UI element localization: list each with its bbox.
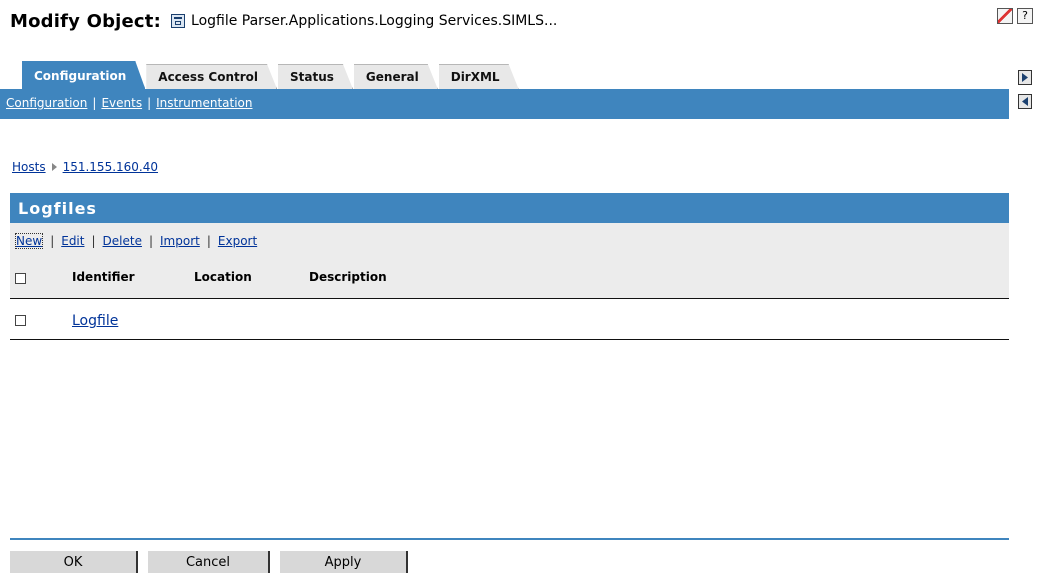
subnav-separator: |	[92, 96, 97, 110]
page-title: Modify Object:	[10, 10, 162, 32]
ok-button[interactable]: OK	[10, 551, 138, 573]
tab-access-control[interactable]: Access Control	[146, 64, 277, 89]
subnav-events[interactable]: Events	[101, 96, 142, 110]
table-bottom-divider	[10, 339, 1009, 340]
apply-button[interactable]: Apply	[280, 551, 408, 573]
tab-general[interactable]: General	[354, 64, 438, 89]
task-icon[interactable]	[997, 8, 1013, 24]
new-button[interactable]: New	[15, 233, 44, 249]
action-links: New | Edit | Delete | Import | Export	[15, 233, 257, 249]
tab-status[interactable]: Status	[278, 64, 353, 89]
breadcrumb-arrow-icon	[51, 163, 57, 171]
panel-title: Logfiles	[10, 193, 1009, 223]
page-header: Modify Object: Logfile Parser.Applicatio…	[10, 6, 557, 36]
tab-configuration[interactable]: Configuration	[22, 61, 145, 89]
edit-button[interactable]: Edit	[61, 234, 84, 248]
row-checkbox[interactable]	[15, 315, 26, 326]
import-button[interactable]: Import	[160, 234, 200, 248]
subnav: Configuration | Events | Instrumentation	[6, 96, 253, 110]
action-separator: |	[50, 234, 55, 248]
top-right-icons: ?	[997, 8, 1033, 24]
breadcrumb-host-address[interactable]: 151.155.160.40	[63, 160, 158, 174]
column-description[interactable]: Description	[309, 270, 387, 284]
select-all-checkbox[interactable]	[15, 273, 26, 284]
row-identifier-link[interactable]: Logfile	[72, 313, 118, 329]
action-separator: |	[206, 234, 211, 248]
help-icon[interactable]: ?	[1017, 8, 1033, 24]
table-row: Logfile	[15, 310, 1005, 332]
action-separator: |	[91, 234, 96, 248]
footer-buttons: OK Cancel Apply	[10, 551, 418, 573]
footer-divider	[10, 538, 1009, 540]
object-name: Logfile Parser.Applications.Logging Serv…	[191, 13, 558, 29]
breadcrumb-hosts[interactable]: Hosts	[12, 160, 46, 174]
action-separator: |	[148, 234, 154, 248]
cancel-button[interactable]: Cancel	[148, 551, 270, 573]
subnav-instrumentation[interactable]: Instrumentation	[156, 96, 252, 110]
tab-bar: Configuration Access Control Status Gene…	[22, 62, 520, 89]
tab-dirxml[interactable]: DirXML	[439, 64, 519, 89]
subnav-separator: |	[147, 96, 152, 110]
breadcrumb: Hosts 151.155.160.40	[12, 160, 158, 174]
subnav-configuration[interactable]: Configuration	[6, 96, 87, 110]
column-identifier[interactable]: Identifier	[72, 270, 135, 284]
header-divider	[10, 298, 1009, 299]
export-button[interactable]: Export	[218, 234, 257, 248]
scroll-right-icon[interactable]	[1018, 70, 1032, 85]
column-location[interactable]: Location	[194, 270, 252, 284]
delete-button[interactable]: Delete	[103, 234, 142, 248]
object-icon	[171, 14, 186, 28]
scroll-left-icon[interactable]	[1018, 94, 1032, 109]
